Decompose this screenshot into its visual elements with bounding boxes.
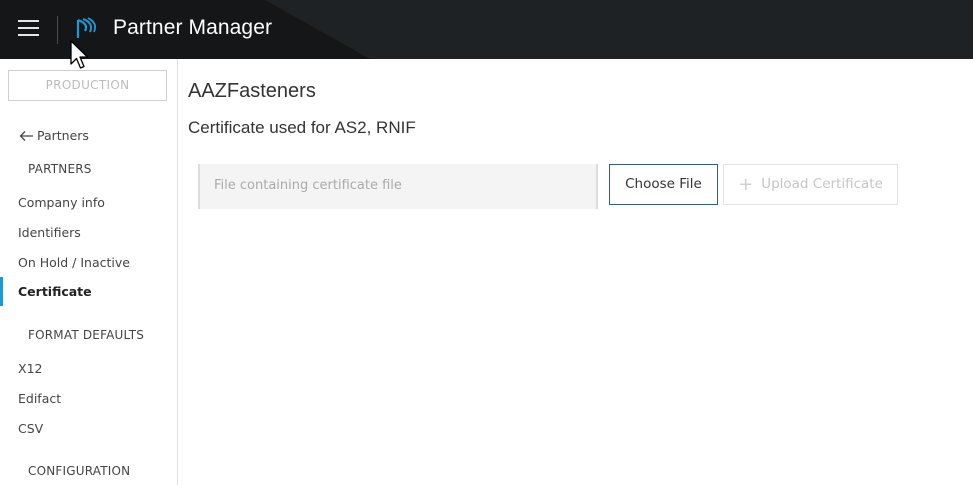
sidebar-item-certificate[interactable]: Certificate (18, 284, 92, 299)
sidebar-item-company-info[interactable]: Company info (18, 195, 105, 210)
environment-selector[interactable]: PRODUCTION (8, 70, 167, 101)
section-heading-configuration: CONFIGURATION (28, 464, 131, 478)
sidebar-item-identifiers[interactable]: Identifiers (18, 225, 81, 240)
arrow-left-icon (19, 130, 33, 141)
top-bar: Partner Manager (0, 0, 973, 59)
sidebar-item-x12[interactable]: X12 (18, 361, 42, 376)
hamburger-menu-icon[interactable] (18, 20, 39, 38)
plus-icon: + (738, 173, 754, 195)
page-subtitle: Certificate used for AS2, RNIF (188, 118, 416, 137)
partner-manager-logo-icon (76, 17, 97, 38)
back-link-label: Partners (37, 128, 89, 143)
section-heading-format-defaults: FORMAT DEFAULTS (28, 328, 145, 342)
page-title: AAZFasteners (188, 80, 316, 102)
section-heading-partners: PARTNERS (28, 162, 92, 176)
sidebar-item-edifact[interactable]: Edifact (18, 391, 61, 406)
top-bar-divider (57, 16, 58, 44)
file-field-placeholder: File containing certificate file (214, 178, 402, 193)
sidebar-item-csv[interactable]: CSV (18, 421, 43, 436)
sidebar: PRODUCTION Partners PARTNERS Company inf… (0, 59, 178, 485)
upload-certificate-button[interactable]: + Upload Certificate (723, 164, 898, 205)
certificate-file-field[interactable]: File containing certificate file (198, 164, 598, 209)
active-indicator (0, 277, 3, 306)
sidebar-item-on-hold-inactive[interactable]: On Hold / Inactive (18, 255, 130, 270)
choose-file-button[interactable]: Choose File (609, 164, 718, 205)
upload-certificate-label: Upload Certificate (761, 176, 883, 192)
back-to-partners-link[interactable]: Partners (19, 128, 89, 143)
app-title: Partner Manager (113, 16, 273, 39)
